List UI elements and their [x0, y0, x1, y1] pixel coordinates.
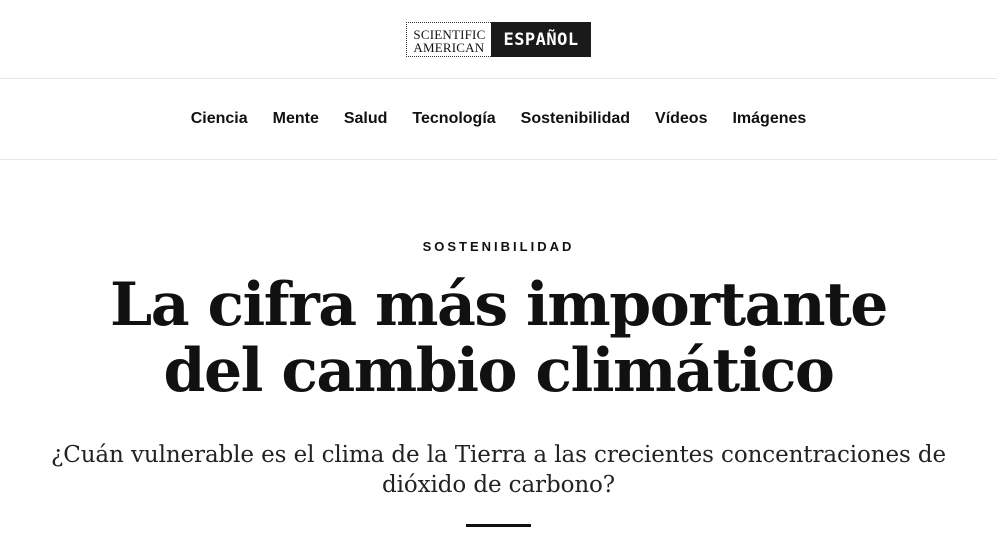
nav-item-ciencia[interactable]: Ciencia: [178, 110, 260, 128]
article-header: SOSTENIBILIDAD La cifra más importante d…: [0, 160, 997, 527]
nav-item-videos[interactable]: Vídeos: [643, 110, 720, 128]
logo-line-2: AMERICAN: [413, 39, 485, 55]
nav-item-sostenibilidad[interactable]: Sostenibilidad: [508, 110, 642, 128]
nav-item-imagenes[interactable]: Imágenes: [720, 110, 819, 128]
article-subheadline: ¿Cuán vulnerable es el clima de la Tierr…: [50, 442, 947, 498]
site-header: SCIENTIFIC AMERICAN ESPAÑOL: [0, 0, 997, 79]
logo-line-1: SCIENTIFIC: [413, 26, 486, 42]
main-navigation: Ciencia Mente Salud Tecnología Sostenibi…: [0, 79, 997, 160]
logo-wordmark: SCIENTIFIC AMERICAN: [406, 22, 492, 57]
header-divider: [466, 524, 531, 527]
nav-item-tecnologia[interactable]: Tecnología: [400, 110, 508, 128]
nav-item-salud[interactable]: Salud: [331, 110, 400, 128]
article-category-link[interactable]: SOSTENIBILIDAD: [423, 239, 575, 254]
article-headline: La cifra más importante del cambio climá…: [110, 270, 888, 406]
nav-item-mente[interactable]: Mente: [260, 110, 331, 128]
site-logo[interactable]: SCIENTIFIC AMERICAN ESPAÑOL: [406, 22, 591, 57]
logo-edition-badge: ESPAÑOL: [491, 22, 591, 57]
